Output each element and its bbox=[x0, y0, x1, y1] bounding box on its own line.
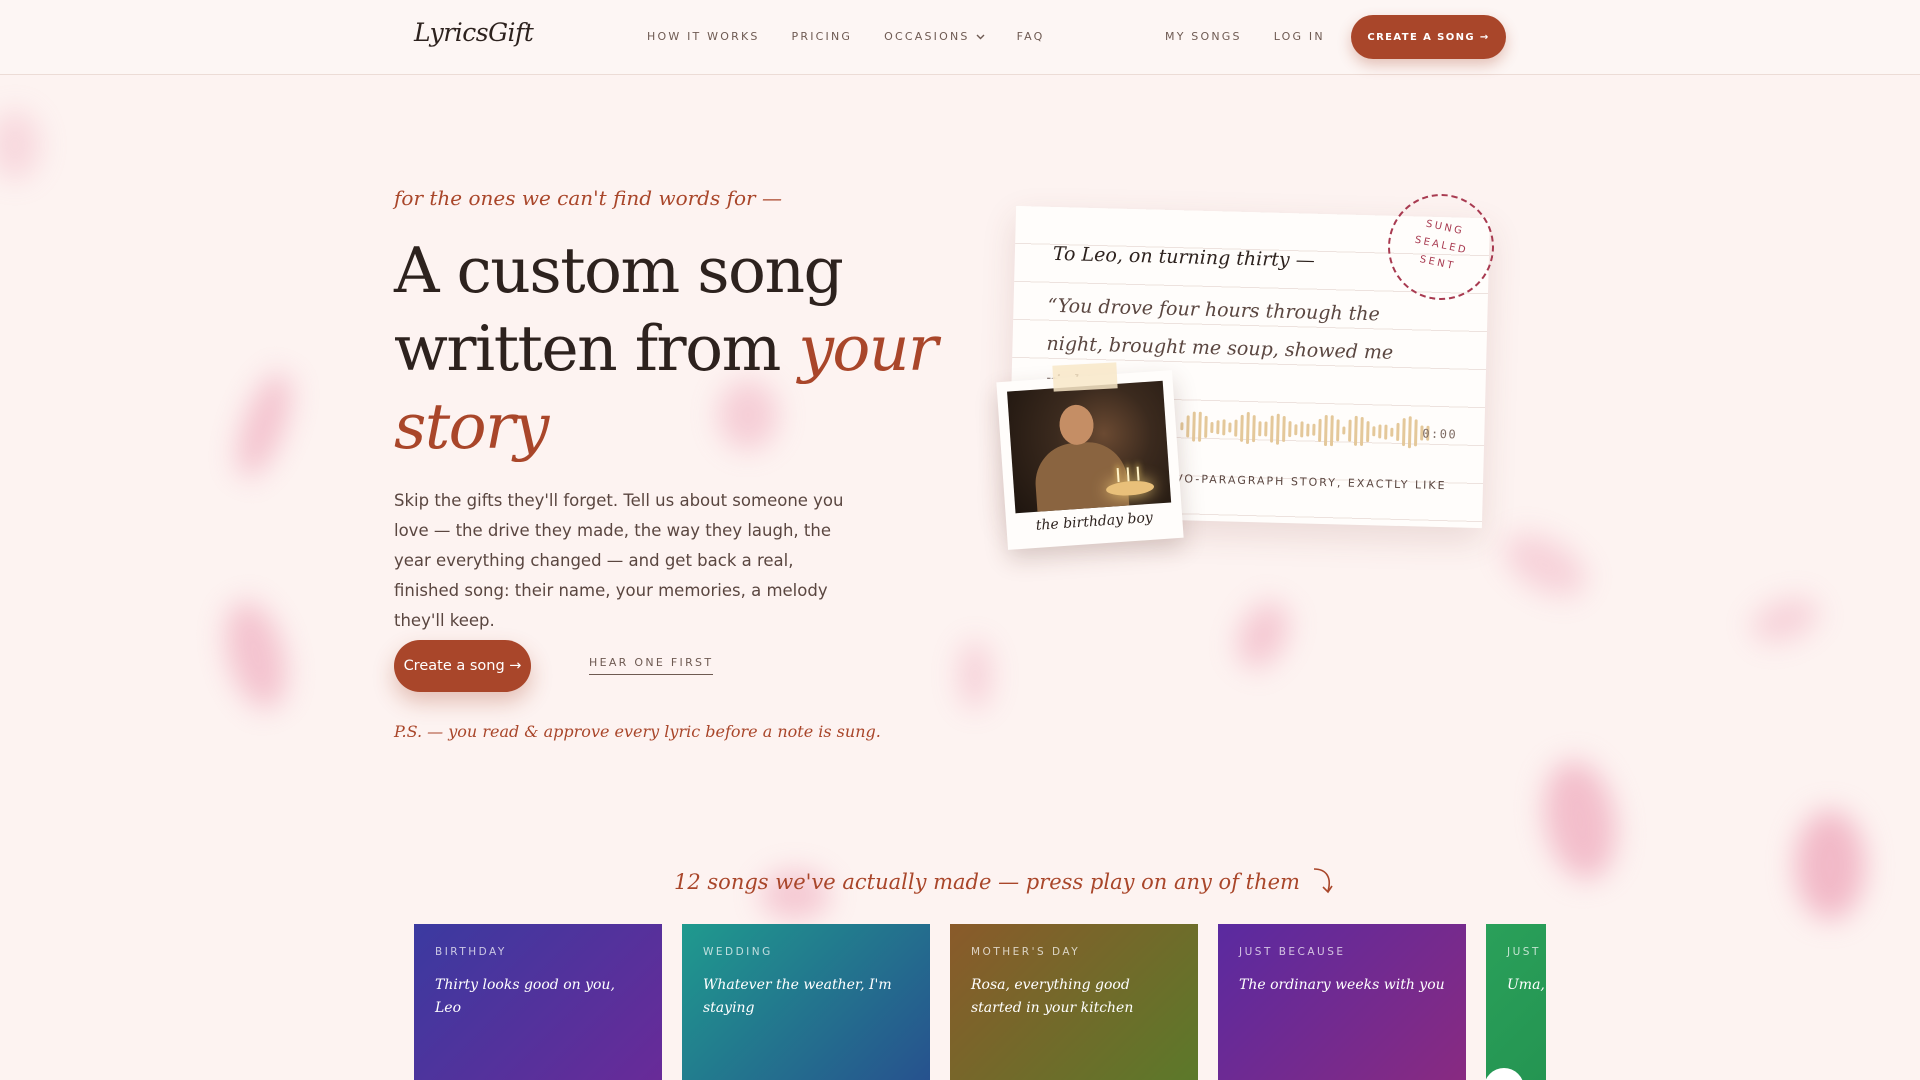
song-card[interactable]: BIRTHDAY Thirty looks good on you, Leo bbox=[414, 924, 662, 1080]
song-occasion: WEDDING bbox=[703, 946, 773, 958]
song-title: Uma, t bbox=[1507, 977, 1546, 993]
song-card[interactable]: JUST BECAUSE Uma, t bbox=[1486, 924, 1546, 1080]
song-cards-row: BIRTHDAY Thirty looks good on you, Leo W… bbox=[0, 0, 1546, 1080]
song-occasion: BIRTHDAY bbox=[435, 946, 507, 958]
song-card[interactable]: MOTHER'S DAY Rosa, everything good start… bbox=[950, 924, 1198, 1080]
song-title: Rosa, everything good started in your ki… bbox=[971, 977, 1134, 1016]
song-title: The ordinary weeks with you bbox=[1239, 977, 1445, 993]
song-card[interactable]: JUST BECAUSE The ordinary weeks with you bbox=[1218, 924, 1466, 1080]
petal-decoration bbox=[1535, 754, 1625, 886]
song-occasion: JUST BECAUSE bbox=[1239, 946, 1346, 958]
petal-decoration bbox=[1795, 810, 1865, 920]
song-occasion: JUST BECAUSE bbox=[1507, 946, 1546, 958]
song-occasion: MOTHER'S DAY bbox=[971, 946, 1081, 958]
petal-decoration bbox=[1745, 589, 1825, 651]
song-title: Thirty looks good on you, Leo bbox=[435, 977, 615, 1016]
song-card[interactable]: WEDDING Whatever the weather, I'm stayin… bbox=[682, 924, 930, 1080]
song-title: Whatever the weather, I'm staying bbox=[703, 977, 892, 1016]
